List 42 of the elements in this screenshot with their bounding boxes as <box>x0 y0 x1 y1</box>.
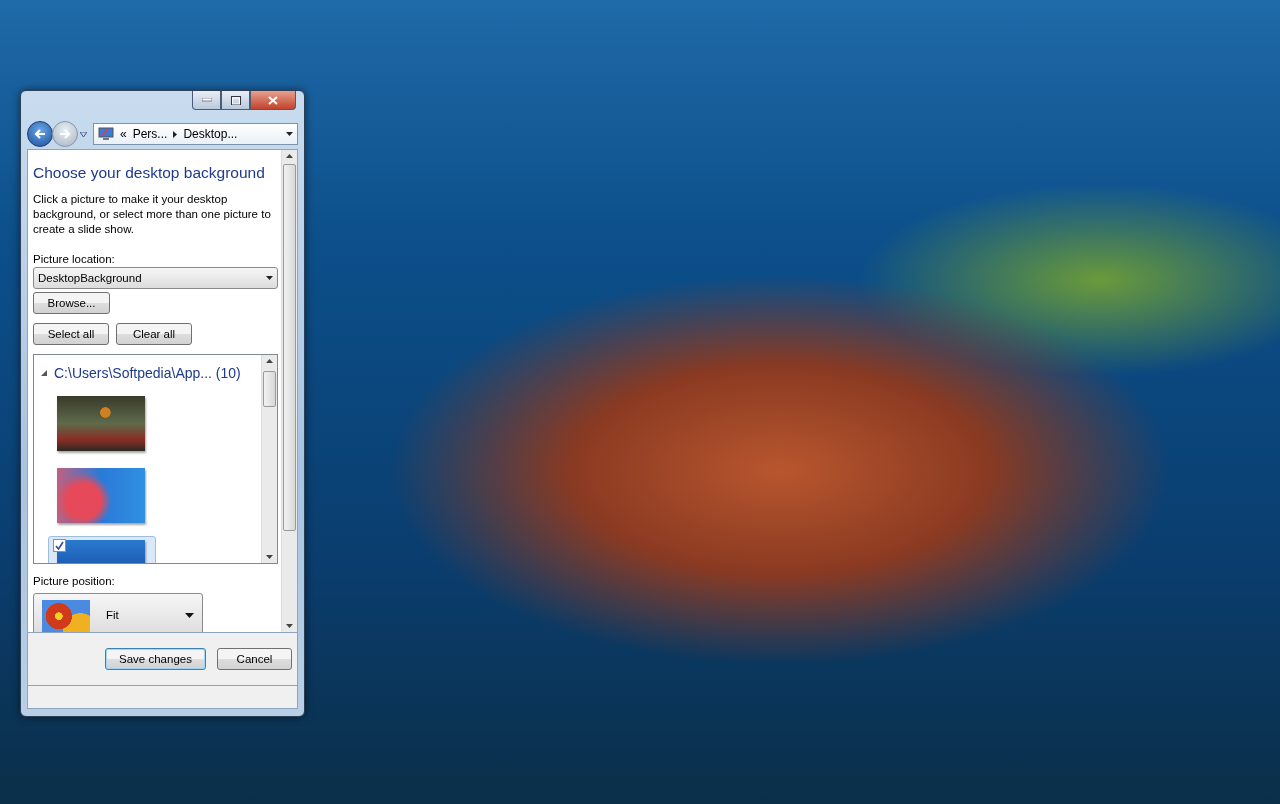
monitor-icon <box>98 127 114 141</box>
browse-button[interactable]: Browse... <box>33 292 110 314</box>
description: Click a picture to make it your desktop background, or select more than one picture to create a slide show. <box>33 192 272 237</box>
content-scrollbar[interactable] <box>281 150 297 632</box>
scroll-up-icon[interactable] <box>286 154 293 158</box>
scroll-up-icon[interactable] <box>266 359 273 363</box>
list-scrollbar[interactable] <box>261 355 277 563</box>
breadcrumb[interactable]: Pers... <box>132 127 168 141</box>
caret-icon <box>266 276 273 280</box>
cancel-button[interactable]: Cancel <box>217 648 292 670</box>
breadcrumb[interactable]: Desktop... <box>183 127 238 141</box>
clear-all-button[interactable]: Clear all <box>116 323 192 345</box>
caret-icon <box>185 612 194 618</box>
picture-location-dropdown[interactable]: DesktopBackground <box>33 267 278 289</box>
history-caret-icon[interactable] <box>80 131 87 137</box>
scrollbar-thumb[interactable] <box>283 164 296 531</box>
minimize-icon <box>201 98 212 102</box>
chevron-icon <box>173 130 178 138</box>
picture-location-label: Picture location: <box>33 253 116 265</box>
folder-group-label[interactable]: C:\Users\Softpedia\App... (10) <box>54 365 241 381</box>
photo-placeholder <box>42 600 90 632</box>
scroll-down-icon[interactable] <box>266 555 273 559</box>
checkbox[interactable] <box>53 539 66 552</box>
expand-triangle-icon[interactable] <box>41 369 47 377</box>
picture-position-label: Picture position: <box>33 575 116 587</box>
heading: Choose your desktop background <box>33 164 266 182</box>
select-all-button[interactable]: Select all <box>33 323 109 345</box>
scroll-down-icon[interactable] <box>286 624 293 628</box>
breadcrumb-overflow[interactable]: « <box>120 127 127 141</box>
maximize-button[interactable] <box>221 91 250 110</box>
left-arrow-icon <box>34 129 46 139</box>
close-button[interactable] <box>250 91 296 110</box>
close-icon <box>268 95 278 105</box>
back-button[interactable] <box>27 121 53 147</box>
picture-position-dropdown[interactable]: Fit <box>33 593 203 632</box>
address-bar[interactable]: « Pers... Desktop... <box>93 123 298 145</box>
right-arrow-icon <box>59 129 71 139</box>
save-changes-button[interactable]: Save changes <box>105 648 206 670</box>
dropdown-caret-icon[interactable] <box>286 132 293 136</box>
scrollbar-thumb[interactable] <box>263 371 276 407</box>
maximize-icon <box>230 95 241 105</box>
minimize-button[interactable] <box>192 91 221 110</box>
